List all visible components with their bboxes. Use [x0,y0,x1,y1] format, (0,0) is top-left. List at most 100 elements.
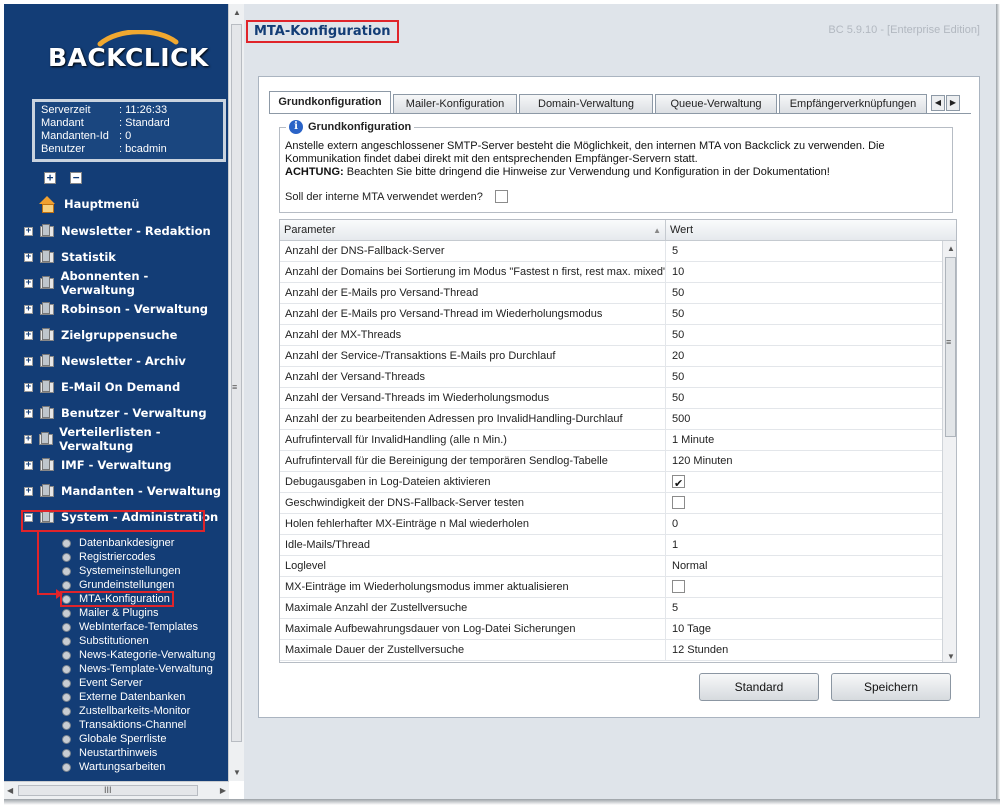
grid-scrollbar-vertical[interactable]: ▲ ≡ ▼ [942,241,956,662]
nav-section[interactable]: + Benutzer - Verwaltung [24,403,224,423]
scroll-up-icon[interactable]: ▲ [233,8,241,17]
value-checkbox[interactable] [672,580,685,593]
value-cell[interactable]: 12 Stunden [666,640,942,661]
tab-queue-verwaltung[interactable]: Queue-Verwaltung [655,94,777,113]
expand-icon[interactable]: + [24,304,33,314]
tab-empfaengerverknuepfungen[interactable]: Empfängerverknüpfungen [779,94,927,113]
table-row[interactable]: Anzahl der E-Mails pro Versand-Thread im… [280,304,942,325]
nav-home[interactable]: Hauptmenü [38,194,229,214]
sidebar-scrollbar-horizontal[interactable]: ◀ III ▶ [4,781,229,799]
nav-subitem[interactable]: Registriercodes [62,550,155,564]
scroll-thumb[interactable] [945,257,956,437]
scroll-down-icon[interactable]: ▼ [233,768,241,777]
nav-section[interactable]: + Zielgruppensuche [24,325,224,345]
nav-section[interactable]: + Newsletter - Archiv [24,351,224,371]
table-row[interactable]: Maximale Dauer der Zustellversuche 12 Stu… [280,640,942,661]
tab-scroll-right-icon[interactable]: ▶ [946,95,960,111]
value-cell[interactable]: 120 Minuten [666,451,942,472]
value-cell[interactable]: 0 [666,514,942,535]
table-row[interactable]: Anzahl der Versand-Threads im Wiederholu… [280,388,942,409]
tab-mailer-konfiguration[interactable]: Mailer-Konfiguration [393,94,517,113]
table-row[interactable]: Aufrufintervall für InvalidHandling (all… [280,430,942,451]
collapse-all-icon[interactable]: − [70,172,82,184]
tab-scroll-left-icon[interactable]: ◀ [931,95,945,111]
table-row[interactable]: Anzahl der E-Mails pro Versand-Thread 50 [280,283,942,304]
table-row[interactable]: Anzahl der MX-Threads 50 [280,325,942,346]
table-row[interactable]: Maximale Aufbewahrungsdauer von Log-Date… [280,619,942,640]
nav-section[interactable]: + Abonnenten - Verwaltung [24,269,224,297]
tab-grundkonfiguration[interactable]: Grundkonfiguration [269,91,391,114]
value-cell[interactable]: Normal [666,556,942,577]
value-cell[interactable] [666,472,942,495]
nav-section[interactable]: + Mandanten - Verwaltung [24,481,224,501]
table-row[interactable]: Anzahl der Versand-Threads 50 [280,367,942,388]
expand-icon[interactable]: + [24,408,33,418]
nav-subitem[interactable]: Externe Datenbanken [62,690,185,704]
value-cell[interactable]: 1 Minute [666,430,942,451]
scroll-left-icon[interactable]: ◀ [7,786,13,795]
value-cell[interactable] [666,493,942,514]
table-row[interactable]: Anzahl der Domains bei Sortierung im Mod… [280,262,942,283]
scroll-up-icon[interactable]: ▲ [947,244,955,253]
nav-section[interactable]: + IMF - Verwaltung [24,455,224,475]
expand-icon[interactable]: + [24,278,33,288]
value-cell[interactable]: 20 [666,346,942,367]
standard-button[interactable]: Standard [699,673,819,701]
value-cell[interactable]: 50 [666,388,942,409]
value-cell[interactable]: 50 [666,367,942,388]
value-cell[interactable]: 5 [666,598,942,619]
nav-subitem[interactable]: Zustellbarkeits-Monitor [62,704,190,718]
value-cell[interactable]: 10 [666,262,942,283]
value-checkbox[interactable] [672,474,685,495]
nav-subitem[interactable]: News-Kategorie-Verwaltung [62,648,215,662]
nav-section[interactable]: + Robinson - Verwaltung [24,299,224,319]
save-button[interactable]: Speichern [831,673,951,701]
nav-subitem[interactable]: Neustarthinweis [62,746,157,760]
nav-subitem[interactable]: Mailer & Plugins [62,606,158,620]
nav-subitem[interactable]: Grundeinstellungen [62,578,174,592]
table-row[interactable]: Anzahl der DNS-Fallback-Server 5 [280,241,942,262]
tab-domain-verwaltung[interactable]: Domain-Verwaltung [519,94,653,113]
value-cell[interactable]: 5 [666,241,942,262]
table-row[interactable]: Anzahl der zu bearbeitenden Adressen pro… [280,409,942,430]
nav-section[interactable]: + E-Mail On Demand [24,377,224,397]
value-cell[interactable]: 50 [666,304,942,325]
nav-section[interactable]: + Verteilerlisten - Verwaltung [24,425,224,453]
nav-section[interactable]: + Newsletter - Redaktion [24,221,224,241]
nav-subitem[interactable]: Substitutionen [62,634,149,648]
nav-section[interactable]: + Statistik [24,247,224,267]
sidebar-scrollbar-vertical[interactable]: ▲ ≡ ▼ [228,4,244,781]
expand-all-icon[interactable]: + [44,172,56,184]
table-row[interactable]: Idle-Mails/Thread 1 [280,535,942,556]
expand-icon[interactable]: + [24,330,33,340]
table-row[interactable]: Loglevel Normal [280,556,942,577]
expand-icon[interactable]: + [24,434,33,444]
value-cell[interactable]: 50 [666,325,942,346]
column-header-parameter[interactable]: Parameter ▲ [280,220,666,241]
nav-subitem[interactable]: Systemeinstellungen [62,564,181,578]
expand-icon[interactable]: + [24,382,33,392]
table-row[interactable]: Anzahl der Service-/Transaktions E-Mails… [280,346,942,367]
expand-icon[interactable]: + [24,486,33,496]
nav-subitem[interactable]: News-Template-Verwaltung [62,662,213,676]
table-row[interactable]: Holen fehlerhafter MX-Einträge n Mal wie… [280,514,942,535]
nav-subitem[interactable]: Transaktions-Channel [62,718,186,732]
table-row[interactable]: MX-Einträge im Wiederholungsmodus immer … [280,577,942,598]
table-row[interactable]: Maximale Anzahl der Zustellversuche 5 [280,598,942,619]
use-internal-mta-checkbox[interactable] [494,190,508,203]
nav-subitem[interactable]: WebInterface-Templates [62,620,198,634]
nav-subitem[interactable]: Datenbankdesigner [62,536,174,550]
expand-icon[interactable]: + [24,252,33,262]
scroll-down-icon[interactable]: ▼ [947,652,955,661]
table-row[interactable]: Aufrufintervall für die Bereinigung der … [280,451,942,472]
value-cell[interactable]: 500 [666,409,942,430]
value-cell[interactable]: 1 [666,535,942,556]
value-cell[interactable] [666,577,942,598]
table-row[interactable]: Geschwindigkeit der DNS-Fallback-Server … [280,493,942,514]
expand-icon[interactable]: + [24,460,33,470]
expand-icon[interactable]: + [24,226,33,236]
value-cell[interactable]: 50 [666,283,942,304]
nav-subitem[interactable]: Event Server [62,676,143,690]
expand-icon[interactable]: + [24,356,33,366]
column-header-value[interactable]: Wert [666,220,942,241]
